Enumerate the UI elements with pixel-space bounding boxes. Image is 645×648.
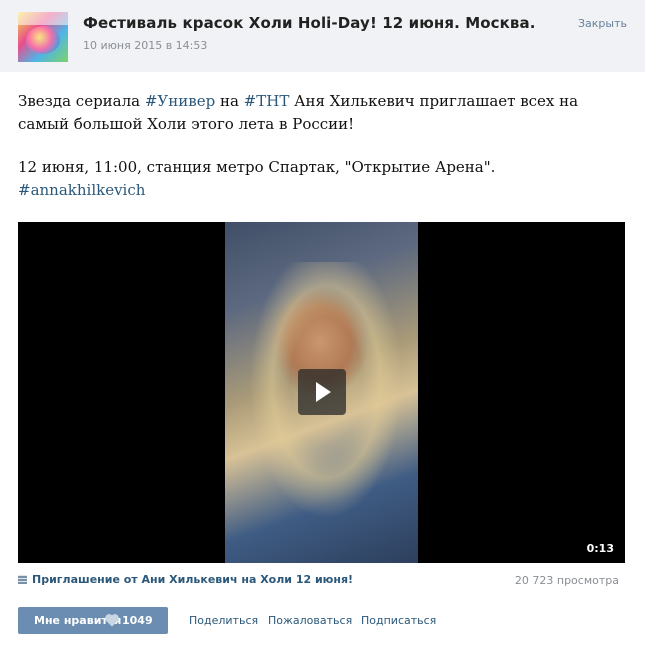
video-duration: 0:13 [586, 542, 614, 555]
text-fragment: на [215, 92, 244, 110]
subscribe-link[interactable]: Подписаться [361, 614, 436, 627]
video-title[interactable]: Приглашение от Ани Хилькевич на Холи 12 … [32, 573, 353, 586]
text-fragment: Звезда сериала [18, 92, 145, 110]
video-player[interactable]: 0:13 [18, 222, 625, 563]
group-avatar[interactable] [18, 12, 68, 62]
hashtag-tnt[interactable]: #ТНТ [244, 92, 290, 110]
like-button[interactable]: Мне нравится 1049 [18, 607, 168, 634]
avatar-banner [18, 12, 68, 25]
play-icon[interactable] [298, 369, 346, 415]
avatar-logo-mark [26, 26, 60, 54]
report-link[interactable]: Пожаловаться [268, 614, 352, 627]
post-text-paragraph-2: 12 июня, 11:00, станция метро Спартак, "… [18, 156, 628, 202]
like-count: 1049 [122, 614, 153, 627]
hashtag-univer[interactable]: #Универ [145, 92, 215, 110]
post-date[interactable]: 10 июня 2015 в 14:53 [83, 39, 207, 52]
share-link[interactable]: Поделиться [189, 614, 258, 627]
video-title-link[interactable]: Приглашение от Ани Хилькевич на Холи 12 … [18, 573, 353, 586]
view-count: 20 723 просмотра [514, 574, 619, 587]
close-link[interactable]: Закрыть [578, 17, 627, 30]
post-header: Фестиваль красок Холи Holi-Day! 12 июня.… [0, 0, 645, 72]
hashtag-annakhilkevich[interactable]: #annakhilkevich [18, 181, 145, 199]
video-icon [18, 575, 27, 584]
event-details: 12 июня, 11:00, станция метро Спартак, "… [18, 158, 496, 176]
post-title[interactable]: Фестиваль красок Холи Holi-Day! 12 июня.… [83, 14, 536, 32]
post-text-paragraph-1: Звезда сериала #Универ на #ТНТ Аня Хильк… [18, 90, 628, 136]
post-text: Звезда сериала #Универ на #ТНТ Аня Хильк… [18, 90, 628, 202]
